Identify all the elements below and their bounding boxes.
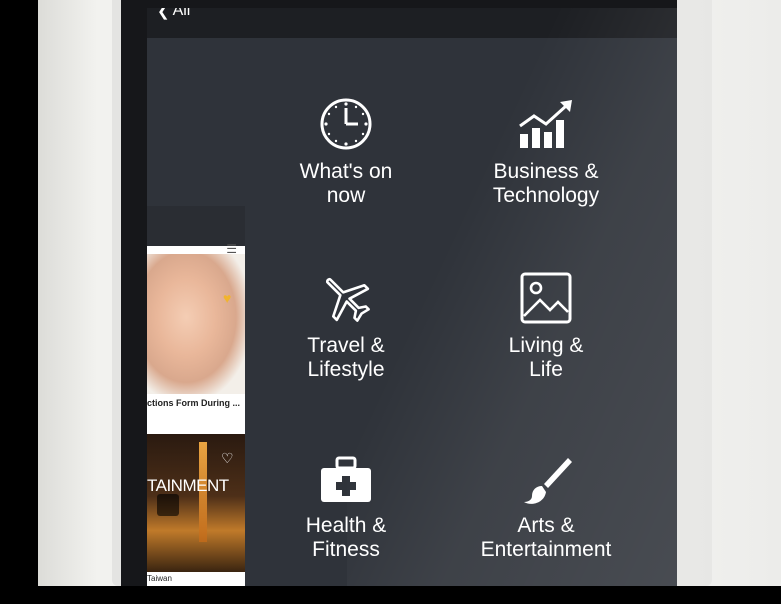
back-button[interactable]: ❮ All — [157, 8, 190, 20]
preview-header — [147, 206, 245, 246]
article-photo-baby — [147, 254, 245, 394]
category-whats-on-now[interactable]: What's on now — [251, 96, 441, 208]
growth-chart-icon — [519, 100, 572, 148]
top-bar: ❮ All — [147, 8, 677, 38]
category-label: What's on now — [299, 160, 393, 207]
category-label: Travel & Lifestyle — [307, 334, 385, 381]
paintbrush-icon — [524, 458, 572, 504]
category-label: Business & Technology — [492, 160, 600, 207]
category-arts-entertainment[interactable]: Arts & Entertainment — [451, 454, 641, 562]
heart-icon[interactable]: ♥ — [223, 290, 231, 306]
image-icon — [520, 272, 572, 324]
category-label: Health & Fitness — [305, 514, 387, 561]
back-label: All — [172, 8, 191, 19]
heart-outline-icon[interactable]: ♡ — [221, 450, 234, 467]
category-business-technology[interactable]: Business & Technology — [451, 96, 641, 208]
category-label: Arts & Entertainment — [480, 514, 612, 561]
chevron-left-icon: ❮ — [157, 8, 170, 20]
article-caption: ctions Form During ... — [147, 398, 241, 408]
category-label: Living & Life — [508, 334, 584, 381]
category-travel-lifestyle[interactable]: Travel & Lifestyle — [251, 270, 441, 382]
lock-icon — [157, 494, 179, 516]
article-caption: Taiwan — [147, 574, 172, 583]
first-aid-kit-icon — [321, 456, 371, 502]
app-screen: ❮ All What's on now Business & Technolog… — [147, 8, 677, 586]
overlay-text: TAINMENT — [147, 476, 229, 495]
category-health-fitness[interactable]: Health & Fitness — [251, 454, 441, 562]
preview-card[interactable]: ☰ ♥ ctions Form During ... ♡ TAINMENT Ta… — [147, 206, 245, 586]
category-living-life[interactable]: Living & Life — [451, 270, 641, 382]
clock-icon — [320, 98, 372, 150]
airplane-icon — [325, 277, 370, 322]
